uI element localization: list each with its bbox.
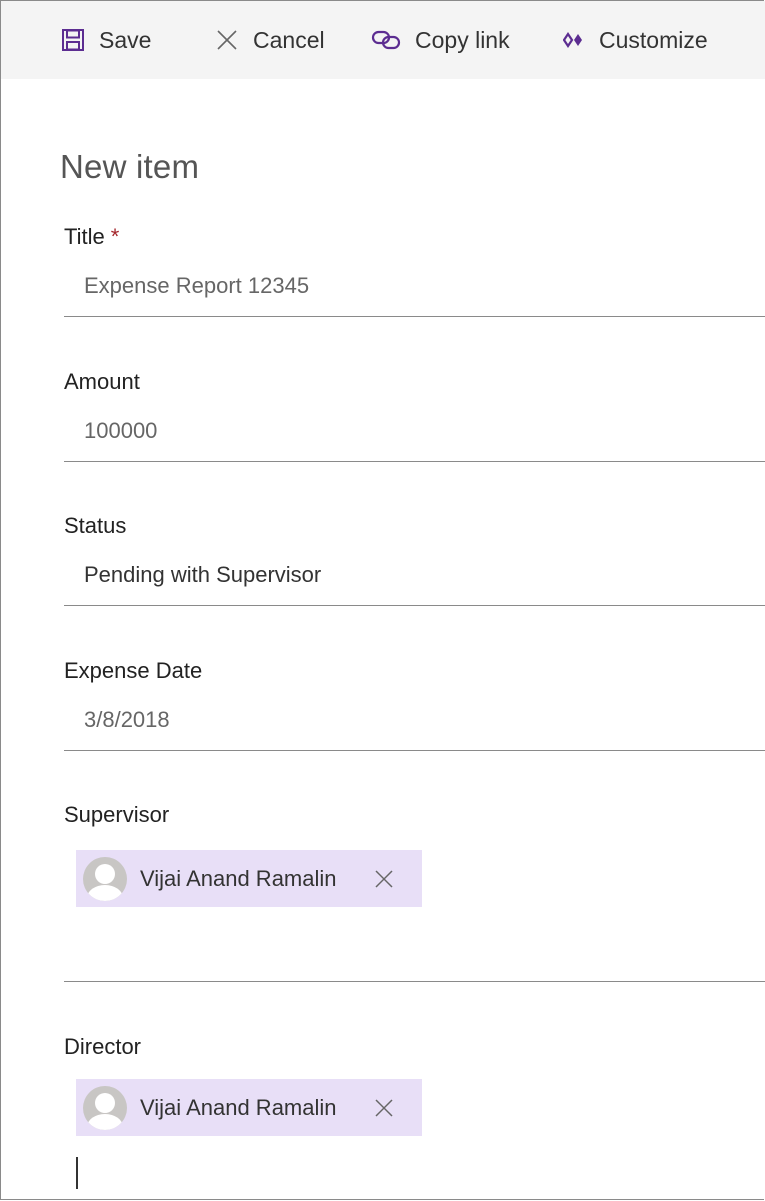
status-input[interactable]: Pending with Supervisor: [64, 559, 765, 591]
title-field: Title * Expense Report 12345: [64, 222, 765, 317]
supervisor-name: Vijai Anand Ramalin: [140, 865, 337, 891]
amount-input[interactable]: 100000: [64, 415, 765, 447]
amount-field-label: Amount: [64, 369, 140, 394]
remove-supervisor-close-icon[interactable]: [374, 869, 394, 889]
page-title: New item: [60, 148, 200, 185]
person-icon: [83, 856, 127, 901]
amount-field: Amount 100000: [64, 367, 765, 462]
expense-date-underline: [64, 750, 765, 751]
link-icon: [371, 29, 401, 51]
director-persona-chip[interactable]: Vijai Anand Ramalin: [76, 1079, 422, 1136]
save-button[interactable]: Save: [61, 1, 151, 79]
title-underline: [64, 316, 765, 317]
copy-link-button[interactable]: Copy link: [371, 1, 510, 79]
status-field: Status Pending with Supervisor: [64, 511, 765, 606]
expense-date-label: Expense Date: [64, 658, 203, 683]
title-field-label: Title *: [64, 224, 120, 249]
status-field-label: Status: [64, 513, 127, 538]
director-input-caret[interactable]: [76, 1157, 78, 1189]
supervisor-persona-chip[interactable]: Vijai Anand Ramalin: [76, 850, 422, 907]
supervisor-underline: [64, 981, 765, 982]
director-field: Director Vijai Anand Ramalin: [64, 1032, 765, 1136]
save-icon: [61, 28, 85, 52]
supervisor-field: Supervisor Vijai Anand Ramalin: [64, 800, 765, 982]
director-name: Vijai Anand Ramalin: [140, 1094, 337, 1120]
command-bar: Save Cancel Copy link Customize: [1, 1, 765, 79]
close-icon: [215, 28, 239, 52]
expense-date-field: Expense Date 3/8/2018: [64, 656, 765, 751]
cancel-button[interactable]: Cancel: [215, 1, 325, 79]
customize-button[interactable]: Customize: [563, 1, 708, 79]
required-marker: *: [110, 224, 120, 249]
title-input[interactable]: Expense Report 12345: [64, 270, 765, 302]
person-icon: [83, 1085, 127, 1130]
remove-director-close-icon[interactable]: [374, 1098, 394, 1118]
cancel-label: Cancel: [253, 26, 325, 53]
director-label: Director: [64, 1034, 142, 1059]
customize-icon: [563, 31, 585, 49]
supervisor-label: Supervisor: [64, 802, 170, 827]
expense-date-input[interactable]: 3/8/2018: [64, 704, 765, 736]
copy-link-label: Copy link: [415, 26, 510, 53]
amount-underline: [64, 461, 765, 462]
save-label: Save: [99, 26, 152, 53]
customize-label: Customize: [599, 26, 708, 53]
status-underline: [64, 605, 765, 606]
